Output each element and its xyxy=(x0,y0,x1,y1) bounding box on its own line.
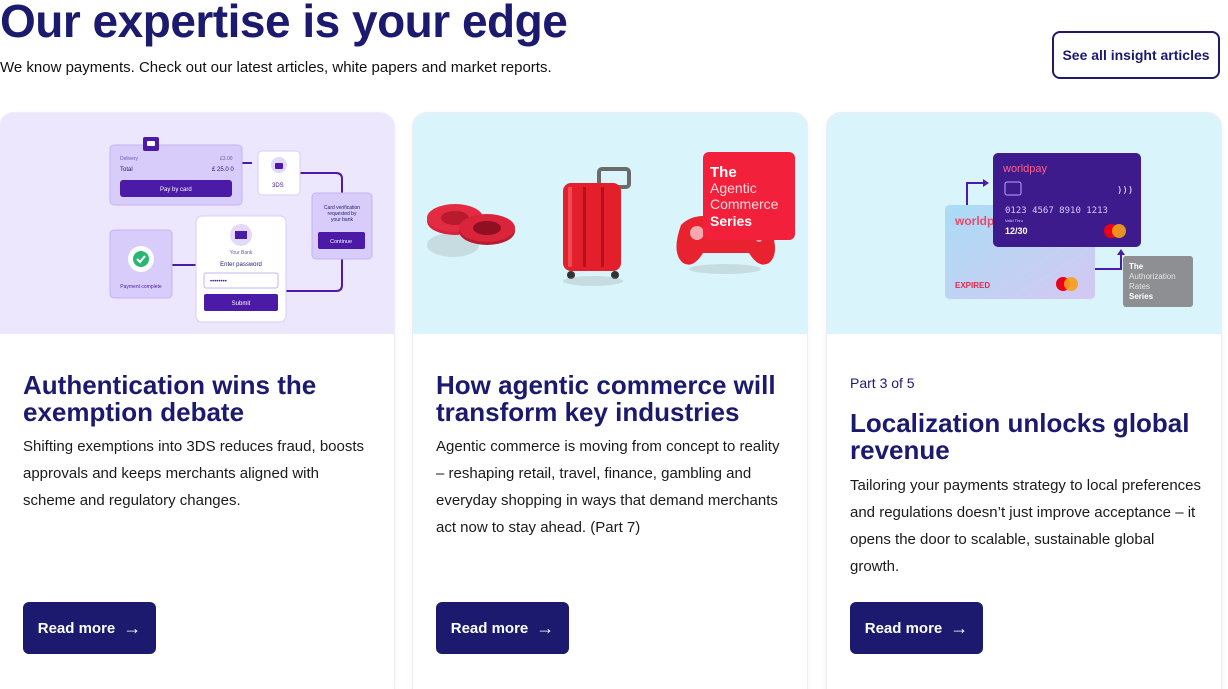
read-more-button[interactable]: Read more → xyxy=(436,602,569,654)
payment-complete-label: Payment complete xyxy=(120,284,162,290)
verify-line-3: your bank xyxy=(331,217,353,223)
read-more-label: Read more xyxy=(37,619,116,637)
bank-label: Your Bank xyxy=(230,250,253,256)
badge-line-2: Authorization xyxy=(1129,272,1176,281)
card-number: 0123 4567 8910 1213 xyxy=(1005,206,1108,216)
card-description: Shifting exemptions into 3DS reduces fra… xyxy=(23,438,365,509)
payment-cards-illustration: worldp EXPIRED worldpay ))) 0123 4567 89… xyxy=(827,113,1221,334)
continue-label: Continue xyxy=(330,239,352,245)
arrow-right-icon: → xyxy=(950,618,969,638)
checkout-flow-illustration: Delivery £3.00 Total £ 25.0 0 Pay by car… xyxy=(0,113,394,334)
submit-label: Submit xyxy=(232,301,251,307)
password-value: •••••••• xyxy=(210,279,227,285)
read-more-label: Read more xyxy=(450,619,529,637)
total-value: £ 25.0 0 xyxy=(212,167,234,173)
badge-line-2: Agentic xyxy=(710,180,757,196)
badge-line-3: Commerce xyxy=(710,196,779,212)
delivery-label: Delivery xyxy=(120,156,139,162)
badge-line-1: The xyxy=(1129,262,1144,271)
agentic-commerce-illustration: The Agentic Commerce Series xyxy=(413,113,807,334)
badge-line-1: The xyxy=(710,164,737,181)
password-label: Enter password xyxy=(220,262,262,268)
read-more-button[interactable]: Read more → xyxy=(23,602,156,654)
see-all-insights-button[interactable]: See all insight articles xyxy=(1052,31,1220,79)
card-description: Tailoring your payments strategy to loca… xyxy=(850,477,1202,575)
page-subtitle: We know payments. Check out our latest a… xyxy=(0,59,552,76)
expired-label: EXPIRED xyxy=(955,281,990,290)
read-more-button[interactable]: Read more → xyxy=(850,602,983,654)
arrow-right-icon: → xyxy=(123,618,142,638)
front-card-brand: worldpay xyxy=(1002,163,1048,175)
valid-thru-label: Valid Thru xyxy=(1005,218,1023,223)
contactless-icon: ))) xyxy=(1117,186,1133,196)
three-ds-label: 3DS xyxy=(272,183,284,189)
badge-line-4: Series xyxy=(1129,292,1154,301)
delivery-value: £3.00 xyxy=(220,156,233,162)
badge-line-3: Rates xyxy=(1129,282,1150,291)
badge-line-4: Series xyxy=(710,213,752,229)
article-card-authentication[interactable]: Delivery £3.00 Total £ 25.0 0 Pay by car… xyxy=(0,113,394,689)
valid-thru-value: 12/30 xyxy=(1005,226,1028,236)
card-description: Agentic commerce is moving from concept … xyxy=(436,438,780,536)
article-card-agentic-commerce[interactable]: The Agentic Commerce Series How agentic … xyxy=(413,113,807,689)
read-more-label: Read more xyxy=(864,619,943,637)
card-title[interactable]: Localization unlocks global revenue xyxy=(850,410,1200,464)
page-title: Our expertise is your edge xyxy=(0,0,568,47)
pay-by-card-label: Pay by card xyxy=(160,187,192,193)
card-title[interactable]: Authentication wins the exemption debate xyxy=(23,372,373,426)
series-part-label: Part 3 of 5 xyxy=(850,375,915,391)
arrow-right-icon: → xyxy=(536,618,555,638)
article-card-localization[interactable]: worldp EXPIRED worldpay ))) 0123 4567 89… xyxy=(827,113,1221,689)
card-title[interactable]: How agentic commerce will transform key … xyxy=(436,372,786,426)
back-card-brand: worldp xyxy=(954,214,994,228)
total-label: Total xyxy=(120,167,133,173)
